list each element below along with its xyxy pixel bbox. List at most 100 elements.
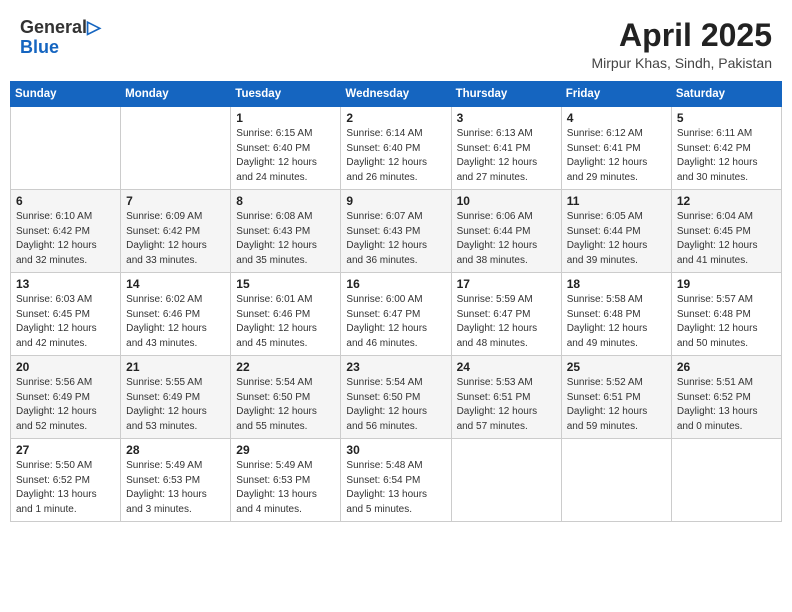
calendar-cell: 14Sunrise: 6:02 AM Sunset: 6:46 PM Dayli… xyxy=(121,273,231,356)
day-number: 21 xyxy=(126,360,225,374)
logo-general: General xyxy=(20,17,87,37)
logo: General▷ Blue xyxy=(20,18,101,58)
day-info: Sunrise: 5:51 AM Sunset: 6:52 PM Dayligh… xyxy=(677,376,776,434)
day-number: 7 xyxy=(126,194,225,208)
day-number: 9 xyxy=(346,194,445,208)
day-info: Sunrise: 5:58 AM Sunset: 6:48 PM Dayligh… xyxy=(567,293,666,351)
calendar-week-row: 1 Sunrise: 6:15 AM Sunset: 6:40 PM Daylig… xyxy=(11,107,782,190)
day-info: Sunrise: 5:50 AM Sunset: 6:52 PM Dayligh… xyxy=(16,459,115,517)
day-number: 26 xyxy=(677,360,776,374)
day-number: 15 xyxy=(236,277,335,291)
calendar-cell: 10 Sunrise: 6:06 AM Sunset: 6:44 PM Dayli… xyxy=(451,190,561,273)
calendar-week-row: 27 Sunrise: 5:50 AM Sunset: 6:52 PM Dayli… xyxy=(11,439,782,522)
page-header: General▷ Blue April 2025 Mirpur Khas, Si… xyxy=(10,10,782,75)
day-info: Sunrise: 5:49 AM Sunset: 6:53 PM Dayligh… xyxy=(126,459,225,517)
day-info: Sunrise: 6:14 AM Sunset: 6:40 PM Dayligh… xyxy=(346,127,445,185)
day-number: 13 xyxy=(16,277,115,291)
day-number: 24 xyxy=(457,360,556,374)
calendar-cell: 12 Sunrise: 6:04 AM Sunset: 6:45 PM Dayli… xyxy=(671,190,781,273)
calendar-header-cell: Sunday xyxy=(11,82,121,107)
calendar-cell: 25 Sunrise: 5:52 AM Sunset: 6:51 PM Dayli… xyxy=(561,356,671,439)
calendar-header-cell: Thursday xyxy=(451,82,561,107)
month-title: April 2025 xyxy=(591,18,772,53)
day-number: 1 xyxy=(236,111,335,125)
calendar-cell: 13 Sunrise: 6:03 AM Sunset: 6:45 PM Dayli… xyxy=(11,273,121,356)
day-number: 16 xyxy=(346,277,445,291)
day-number: 5 xyxy=(677,111,776,125)
day-number: 6 xyxy=(16,194,115,208)
calendar-cell: 21 Sunrise: 5:55 AM Sunset: 6:49 PM Dayli… xyxy=(121,356,231,439)
day-number: 30 xyxy=(346,443,445,457)
day-info: Sunrise: 6:01 AM Sunset: 6:46 PM Dayligh… xyxy=(236,293,335,351)
day-number: 3 xyxy=(457,111,556,125)
day-info: Sunrise: 6:00 AM Sunset: 6:47 PM Dayligh… xyxy=(346,293,445,351)
calendar-header-cell: Friday xyxy=(561,82,671,107)
day-info: Sunrise: 5:56 AM Sunset: 6:49 PM Dayligh… xyxy=(16,376,115,434)
day-number: 27 xyxy=(16,443,115,457)
day-info: Sunrise: 6:11 AM Sunset: 6:42 PM Dayligh… xyxy=(677,127,776,185)
calendar-cell: 7 Sunrise: 6:09 AM Sunset: 6:42 PM Daylig… xyxy=(121,190,231,273)
calendar-cell: 15 Sunrise: 6:01 AM Sunset: 6:46 PM Dayli… xyxy=(231,273,341,356)
day-info: Sunrise: 6:15 AM Sunset: 6:40 PM Dayligh… xyxy=(236,127,335,185)
calendar-header-row: SundayMondayTuesdayWednesdayThursdayFrid… xyxy=(11,82,782,107)
calendar-cell: 19 Sunrise: 5:57 AM Sunset: 6:48 PM Dayli… xyxy=(671,273,781,356)
calendar-cell xyxy=(561,439,671,522)
calendar-week-row: 13 Sunrise: 6:03 AM Sunset: 6:45 PM Dayli… xyxy=(11,273,782,356)
calendar-cell xyxy=(451,439,561,522)
calendar-cell: 2 Sunrise: 6:14 AM Sunset: 6:40 PM Daylig… xyxy=(341,107,451,190)
day-number: 11 xyxy=(567,194,666,208)
day-info: Sunrise: 5:57 AM Sunset: 6:48 PM Dayligh… xyxy=(677,293,776,351)
calendar-week-row: 6Sunrise: 6:10 AM Sunset: 6:42 PM Daylig… xyxy=(11,190,782,273)
calendar-header-cell: Tuesday xyxy=(231,82,341,107)
calendar-cell xyxy=(121,107,231,190)
day-info: Sunrise: 5:53 AM Sunset: 6:51 PM Dayligh… xyxy=(457,376,556,434)
calendar-body: 1 Sunrise: 6:15 AM Sunset: 6:40 PM Daylig… xyxy=(11,107,782,522)
calendar-cell: 1 Sunrise: 6:15 AM Sunset: 6:40 PM Daylig… xyxy=(231,107,341,190)
day-number: 29 xyxy=(236,443,335,457)
calendar-cell: 9 Sunrise: 6:07 AM Sunset: 6:43 PM Daylig… xyxy=(341,190,451,273)
day-number: 4 xyxy=(567,111,666,125)
day-info: Sunrise: 5:52 AM Sunset: 6:51 PM Dayligh… xyxy=(567,376,666,434)
day-info: Sunrise: 5:54 AM Sunset: 6:50 PM Dayligh… xyxy=(346,376,445,434)
calendar-cell: 29Sunrise: 5:49 AM Sunset: 6:53 PM Dayli… xyxy=(231,439,341,522)
day-info: Sunrise: 6:08 AM Sunset: 6:43 PM Dayligh… xyxy=(236,210,335,268)
calendar-cell: 30Sunrise: 5:48 AM Sunset: 6:54 PM Dayli… xyxy=(341,439,451,522)
day-number: 14 xyxy=(126,277,225,291)
day-info: Sunrise: 5:55 AM Sunset: 6:49 PM Dayligh… xyxy=(126,376,225,434)
logo-blue: Blue xyxy=(20,37,59,57)
calendar-cell: 6Sunrise: 6:10 AM Sunset: 6:42 PM Daylig… xyxy=(11,190,121,273)
calendar-cell xyxy=(671,439,781,522)
calendar-cell: 23Sunrise: 5:54 AM Sunset: 6:50 PM Dayli… xyxy=(341,356,451,439)
day-info: Sunrise: 6:06 AM Sunset: 6:44 PM Dayligh… xyxy=(457,210,556,268)
day-info: Sunrise: 6:03 AM Sunset: 6:45 PM Dayligh… xyxy=(16,293,115,351)
calendar-header-cell: Saturday xyxy=(671,82,781,107)
calendar-cell: 20Sunrise: 5:56 AM Sunset: 6:49 PM Dayli… xyxy=(11,356,121,439)
calendar-cell: 22Sunrise: 5:54 AM Sunset: 6:50 PM Dayli… xyxy=(231,356,341,439)
day-number: 2 xyxy=(346,111,445,125)
day-info: Sunrise: 6:13 AM Sunset: 6:41 PM Dayligh… xyxy=(457,127,556,185)
day-number: 12 xyxy=(677,194,776,208)
day-number: 17 xyxy=(457,277,556,291)
calendar-cell: 26 Sunrise: 5:51 AM Sunset: 6:52 PM Dayli… xyxy=(671,356,781,439)
day-info: Sunrise: 6:07 AM Sunset: 6:43 PM Dayligh… xyxy=(346,210,445,268)
day-info: Sunrise: 6:04 AM Sunset: 6:45 PM Dayligh… xyxy=(677,210,776,268)
day-number: 28 xyxy=(126,443,225,457)
calendar-cell: 28 Sunrise: 5:49 AM Sunset: 6:53 PM Dayli… xyxy=(121,439,231,522)
day-number: 8 xyxy=(236,194,335,208)
location-title: Mirpur Khas, Sindh, Pakistan xyxy=(591,55,772,71)
day-number: 19 xyxy=(677,277,776,291)
day-info: Sunrise: 5:54 AM Sunset: 6:50 PM Dayligh… xyxy=(236,376,335,434)
calendar-cell xyxy=(11,107,121,190)
title-section: April 2025 Mirpur Khas, Sindh, Pakistan xyxy=(591,18,772,71)
calendar-cell: 27 Sunrise: 5:50 AM Sunset: 6:52 PM Dayli… xyxy=(11,439,121,522)
calendar-table: SundayMondayTuesdayWednesdayThursdayFrid… xyxy=(10,81,782,522)
day-number: 18 xyxy=(567,277,666,291)
logo-bird-icon: ▷ xyxy=(87,17,101,37)
calendar-cell: 16 Sunrise: 6:00 AM Sunset: 6:47 PM Dayli… xyxy=(341,273,451,356)
day-number: 10 xyxy=(457,194,556,208)
day-number: 25 xyxy=(567,360,666,374)
day-info: Sunrise: 6:09 AM Sunset: 6:42 PM Dayligh… xyxy=(126,210,225,268)
calendar-cell: 5 Sunrise: 6:11 AM Sunset: 6:42 PM Daylig… xyxy=(671,107,781,190)
calendar-header-cell: Wednesday xyxy=(341,82,451,107)
day-info: Sunrise: 5:59 AM Sunset: 6:47 PM Dayligh… xyxy=(457,293,556,351)
